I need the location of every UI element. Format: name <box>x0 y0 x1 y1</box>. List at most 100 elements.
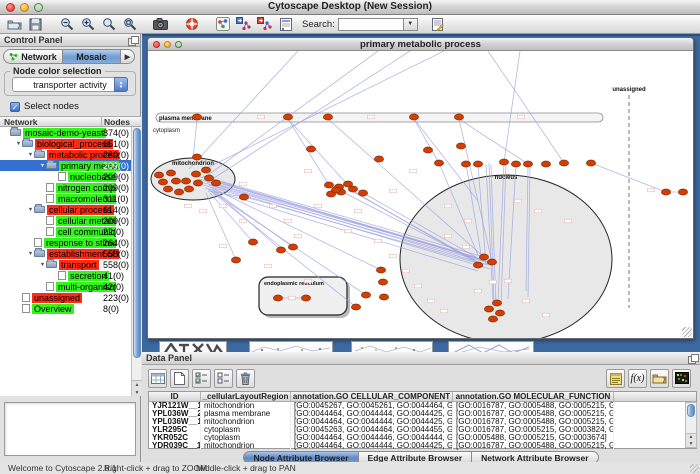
network-node[interactable] <box>184 186 193 192</box>
network-node[interactable] <box>204 175 213 181</box>
network-edge[interactable] <box>288 119 347 184</box>
network-window-titlebar[interactable]: primary metabolic process <box>148 38 693 51</box>
network-node[interactable] <box>192 114 201 120</box>
tree-row[interactable]: response to stimulu264(0) <box>0 237 132 248</box>
network-node[interactable] <box>239 194 248 200</box>
float-panel-icon[interactable] <box>128 36 137 45</box>
tree-row[interactable]: mosaic-demo-yeast874(0) <box>0 127 132 138</box>
tree-row[interactable]: unassigned223(0) <box>0 292 132 303</box>
snapshot-icon[interactable] <box>152 16 169 32</box>
network-node[interactable] <box>201 167 210 173</box>
network-window-resize-grip[interactable] <box>682 327 692 337</box>
search-input[interactable] <box>338 18 404 31</box>
table-cell[interactable]: mitochondrion <box>201 402 291 410</box>
network-node[interactable] <box>511 161 520 167</box>
expand-arrow-icon[interactable]: ▼ <box>39 163 46 169</box>
tree-row[interactable]: nitrogen compou209(0) <box>0 182 132 193</box>
expand-arrow-icon[interactable]: ▼ <box>27 207 34 213</box>
network-node[interactable] <box>301 295 310 301</box>
network-node[interactable] <box>163 186 172 192</box>
birds-eye-view[interactable] <box>4 402 136 456</box>
vizmapper-icon[interactable] <box>214 16 231 32</box>
table-cell[interactable]: plasma membrane <box>201 410 291 418</box>
network-node[interactable] <box>586 160 595 166</box>
search-dropdown-icon[interactable]: ▼ <box>404 18 418 31</box>
table-row[interactable]: YJR121W__1mitochondrion[GO:0045267, GO:0… <box>149 402 696 410</box>
expand-arrow-icon[interactable]: ▼ <box>39 262 46 268</box>
network-node[interactable] <box>488 316 497 322</box>
expand-arrow-icon[interactable]: ▼ <box>15 141 22 147</box>
network-edge[interactable] <box>504 51 520 162</box>
network-canvas[interactable]: plasma membranecytoplasmmitochondrionnuc… <box>148 51 693 338</box>
network-node[interactable] <box>276 247 285 253</box>
network-node[interactable] <box>378 279 387 285</box>
network-node[interactable] <box>248 239 257 245</box>
tree-row[interactable]: cellular metabol209(0) <box>0 215 132 226</box>
network-node[interactable] <box>306 146 315 152</box>
float-panel-icon[interactable] <box>688 354 697 363</box>
network-modify-icon[interactable] <box>256 16 273 32</box>
table-cell[interactable]: mitochondrion <box>201 418 291 426</box>
tree-row[interactable]: multi-organism pro42(0) <box>0 281 132 292</box>
network-node[interactable] <box>192 154 201 160</box>
tree-row[interactable]: ▼metabolic process280(0) <box>0 149 132 160</box>
table-cell[interactable]: [GO:0005488, GO:0005215, GO:0003674] <box>453 434 614 442</box>
import-attributes-icon[interactable] <box>650 369 669 388</box>
tab-mosaic[interactable]: Mosaic <box>63 49 121 64</box>
network-node[interactable] <box>288 244 297 250</box>
network-node[interactable] <box>456 143 465 149</box>
table-cell[interactable]: [GO:0016787, GO:0005488, GO:0005215, G..… <box>453 442 614 450</box>
network-node[interactable] <box>678 189 687 195</box>
tab-network[interactable]: Network <box>3 49 63 64</box>
column-header[interactable]: annotation.GO MOLECULAR_FUNCTION <box>453 392 614 401</box>
table-row[interactable]: YPL036W__1mitochondrion[GO:0044464, GO:0… <box>149 418 696 426</box>
network-node[interactable] <box>473 262 482 268</box>
matrix-view-icon[interactable] <box>672 369 691 388</box>
network-node[interactable] <box>479 254 488 260</box>
network-node[interactable] <box>495 310 504 316</box>
network-node[interactable] <box>273 295 282 301</box>
table-cell[interactable]: YDR039C__1 <box>149 442 201 450</box>
expand-arrow-icon[interactable]: ▼ <box>27 152 34 158</box>
network-window[interactable]: primary metabolic process plasma membran… <box>147 37 694 339</box>
table-cell[interactable]: [GO:0045263, GO:0044464, GO:0044455, G..… <box>291 426 453 434</box>
network-node[interactable] <box>499 159 508 165</box>
table-scrollbar[interactable]: ▲▼ <box>685 402 697 448</box>
network-node[interactable] <box>283 114 292 120</box>
table-row[interactable]: YDR039C__1mitochondrion[GO:0044464, GO:0… <box>149 442 696 450</box>
network-node[interactable] <box>487 259 496 265</box>
table-cell[interactable]: [GO:0045267, GO:0045261, GO:0044464, G..… <box>291 402 453 410</box>
network-edge[interactable] <box>414 119 439 163</box>
network-node[interactable] <box>454 114 463 120</box>
network-node[interactable] <box>166 170 175 176</box>
save-icon[interactable] <box>27 16 44 32</box>
select-nodes-checkbox[interactable]: ✓ <box>10 102 20 112</box>
tree-row[interactable]: ▼establishment of lo558(0) <box>0 248 132 259</box>
network-node[interactable] <box>231 257 240 263</box>
network-node[interactable] <box>484 306 493 312</box>
network-node[interactable] <box>351 304 360 310</box>
table-cell[interactable]: YPL036W__1 <box>149 418 201 426</box>
network-node[interactable] <box>171 178 180 184</box>
network-node[interactable] <box>154 172 163 178</box>
table-row[interactable]: YKR052Ccytoplasm[GO:0044464, GO:0044446,… <box>149 434 696 442</box>
tree-row[interactable]: nucleobase-cont209(0) <box>0 171 132 182</box>
tree-row[interactable]: Overview8(0) <box>0 303 132 314</box>
table-scrollbar-thumb[interactable] <box>687 404 695 417</box>
tree-row[interactable]: macromolecule311(0) <box>0 193 132 204</box>
attribute-table[interactable]: ID_cellularLayoutRegionannotation.GO CEL… <box>148 391 697 449</box>
expand-arrow-icon[interactable]: ▼ <box>27 251 34 257</box>
network-edge[interactable] <box>459 119 528 164</box>
table-row[interactable]: YLR295Ccytoplasm[GO:0045263, GO:0044464,… <box>149 426 696 434</box>
tree-row[interactable]: ▼transport558(0) <box>0 259 132 270</box>
table-cell[interactable]: mitochondrion <box>201 442 291 450</box>
network-edge[interactable] <box>203 51 444 170</box>
network-edge[interactable] <box>193 119 197 159</box>
network-node[interactable] <box>374 156 383 162</box>
network-node[interactable] <box>559 160 568 166</box>
network-node[interactable] <box>492 300 501 306</box>
table-cell[interactable]: [GO:0016787, GO:0005215, GO:0003824, G..… <box>453 426 614 434</box>
table-cell[interactable]: YPL036W__2 <box>149 410 201 418</box>
network-node[interactable] <box>331 187 340 193</box>
table-scrollbar-arrows[interactable]: ▲▼ <box>686 433 696 447</box>
